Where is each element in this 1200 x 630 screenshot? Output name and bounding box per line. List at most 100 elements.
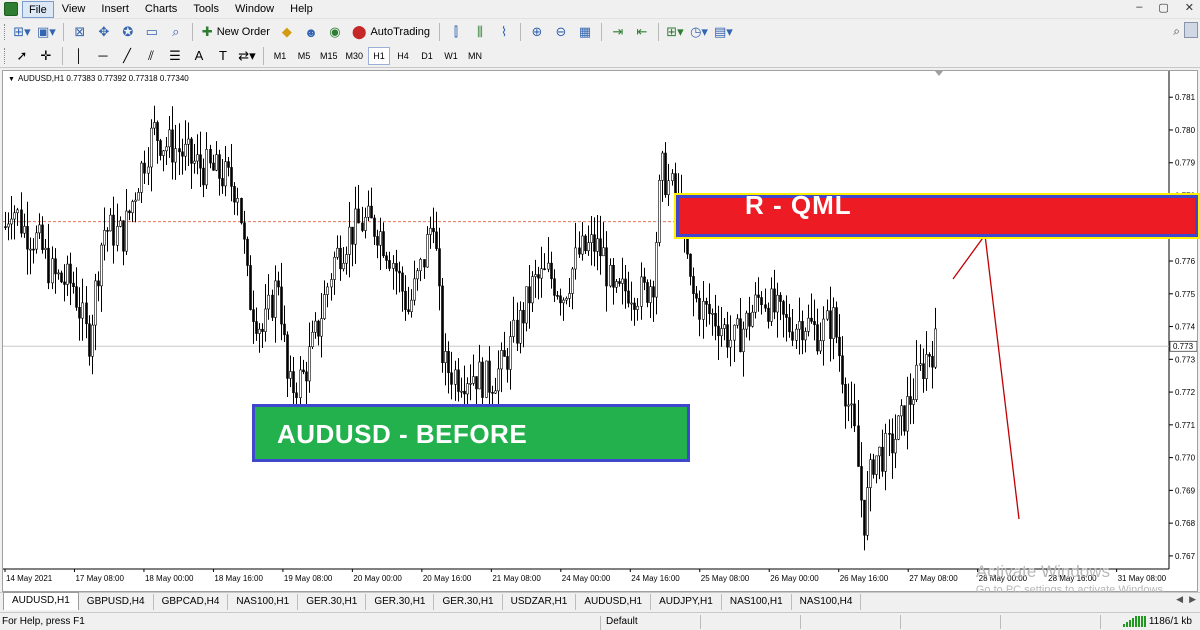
tab-scroll-right-icon[interactable]: ▶ [1189,594,1196,605]
candle-bear [221,178,224,187]
tile-windows-button[interactable]: ▦ [574,22,596,42]
candle-bear [407,309,410,313]
text-button[interactable]: A [188,46,210,66]
indicators-icon: ⊞▾ [666,24,684,39]
menu-file[interactable]: File [22,0,54,18]
profiles-button[interactable]: ▣▾ [35,22,58,42]
horizontal-line-button[interactable]: ─ [92,46,114,66]
market-watch-button[interactable]: ⊠ [69,22,91,42]
zoom-out-button[interactable]: ⊖ [550,22,572,42]
status-profile[interactable]: Default [600,616,638,630]
collapse-triangle-icon[interactable]: ▼ [8,76,15,83]
toolbar-grip[interactable] [4,24,7,40]
candle-bull [804,331,807,341]
chart-tab[interactable]: NAS100,H4 [792,594,862,610]
menu-help[interactable]: Help [282,1,321,18]
zoom-in-button[interactable]: ⊕ [526,22,548,42]
candle-bear [556,295,559,297]
terminal-button[interactable]: ▭ [141,22,163,42]
menu-view[interactable]: View [54,1,94,18]
trend-line-button[interactable]: ╱ [116,46,138,66]
timeframe-selector: M1 M5 M15 M30 H1 H4 D1 W1 MN [268,46,487,65]
strategy-tester-button[interactable]: ⌕ [165,22,187,42]
navigator-button[interactable]: ✪ [117,22,139,42]
candle-bear [78,306,81,319]
close-button[interactable]: ✕ [1185,1,1194,14]
chart-tab[interactable]: USDZAR,H1 [503,594,577,610]
candlestick-button[interactable]: ⫼ [469,22,491,42]
status-separator [800,615,801,629]
candle-bear [726,324,729,348]
vertical-line-button[interactable]: │ [68,46,90,66]
menu-tools[interactable]: Tools [185,1,227,18]
timeframe-m15-button[interactable]: M15 [317,47,341,65]
chart-window[interactable]: 0.7810.7800.7790.7780.7770.7760.7750.774… [2,70,1198,592]
status-separator [700,615,701,629]
auto-trading-button[interactable]: ⬤ AutoTrading [348,22,434,42]
metaeditor-button[interactable]: ◆ [276,22,298,42]
candle-bear [785,314,788,318]
candle-bear [302,369,305,373]
candle-bear [782,301,785,315]
bar-chart-button[interactable]: ⫿ [445,22,467,42]
periods-button[interactable]: ◷▾ [688,22,710,42]
new-chart-button[interactable]: ⊞▾ [11,22,33,42]
crosshair-button[interactable]: ✛ [35,46,57,66]
timeframe-d1-button[interactable]: D1 [416,47,438,65]
chart-tab[interactable]: AUDUSD,H1 [576,594,652,610]
community-button[interactable]: ☻ [300,22,322,42]
maximize-button[interactable]: ▢ [1158,1,1168,14]
new-order-icon: ✚ [201,24,213,39]
arrows-button[interactable]: ⇄▾ [236,46,258,66]
toolbar-grip[interactable] [4,47,7,64]
line-chart-button[interactable]: ⌇ [493,22,515,42]
minimize-button[interactable]: – [1136,1,1142,14]
account-icon[interactable] [1184,22,1198,38]
candle-bear [178,148,181,153]
y-tick-label: 0.772 [1175,388,1196,397]
candle-bull [531,276,534,304]
chart-shift-button[interactable]: ⇤ [631,22,653,42]
candle-bear [646,282,649,303]
chart-tab[interactable]: NAS100,H1 [722,594,792,610]
signals-button[interactable]: ◉ [324,22,346,42]
timeframe-w1-button[interactable]: W1 [440,47,462,65]
menu-insert[interactable]: Insert [93,1,137,18]
candle-bull [571,268,574,294]
indicators-button[interactable]: ⊞▾ [664,22,686,42]
timeframe-h1-button[interactable]: H1 [368,46,391,65]
chart-tab[interactable]: GER.30,H1 [366,594,435,610]
x-tick-label: 26 May 16:00 [840,574,889,583]
candle-bull [884,433,887,472]
candle-bear [537,274,540,279]
timeframe-m30-button[interactable]: M30 [343,47,367,65]
chart-tab[interactable]: AUDJPY,H1 [651,594,722,610]
connection-status[interactable]: 1186/1 kb [1122,616,1192,627]
templates-button[interactable]: ▤▾ [712,22,735,42]
window-controls: – ▢ ✕ [1136,1,1194,14]
timeframe-m1-button[interactable]: M1 [269,47,291,65]
channel-button[interactable]: ⫽ [140,46,162,66]
timeframe-h4-button[interactable]: H4 [392,47,414,65]
chart-tab[interactable]: GBPCAD,H4 [154,594,229,610]
chart-tab[interactable]: GBPUSD,H4 [79,594,154,610]
chart-tab[interactable]: AUDUSD,H1 [3,592,79,610]
data-window-button[interactable]: ✥ [93,22,115,42]
cursor-button[interactable]: ➚ [11,46,33,66]
candle-bull [299,369,302,398]
search-icon[interactable]: ⌕ [1173,24,1180,39]
menu-window[interactable]: Window [227,1,282,18]
chart-tab[interactable]: GER.30,H1 [434,594,503,610]
new-chart-icon: ⊞▾ [13,24,31,39]
price-chart[interactable]: 0.7810.7800.7790.7780.7770.7760.7750.774… [3,71,1197,591]
menu-charts[interactable]: Charts [137,1,185,18]
chart-tab[interactable]: GER.30,H1 [298,594,367,610]
text-label-button[interactable]: T [212,46,234,66]
new-order-button[interactable]: ✚ New Order [198,22,274,42]
timeframe-m5-button[interactable]: M5 [293,47,315,65]
chart-tab[interactable]: NAS100,H1 [228,594,299,610]
auto-scroll-button[interactable]: ⇥ [607,22,629,42]
fibonacci-button[interactable]: ☰ [164,46,186,66]
timeframe-mn-button[interactable]: MN [464,47,486,65]
tab-scroll-left-icon[interactable]: ◀ [1176,594,1183,605]
